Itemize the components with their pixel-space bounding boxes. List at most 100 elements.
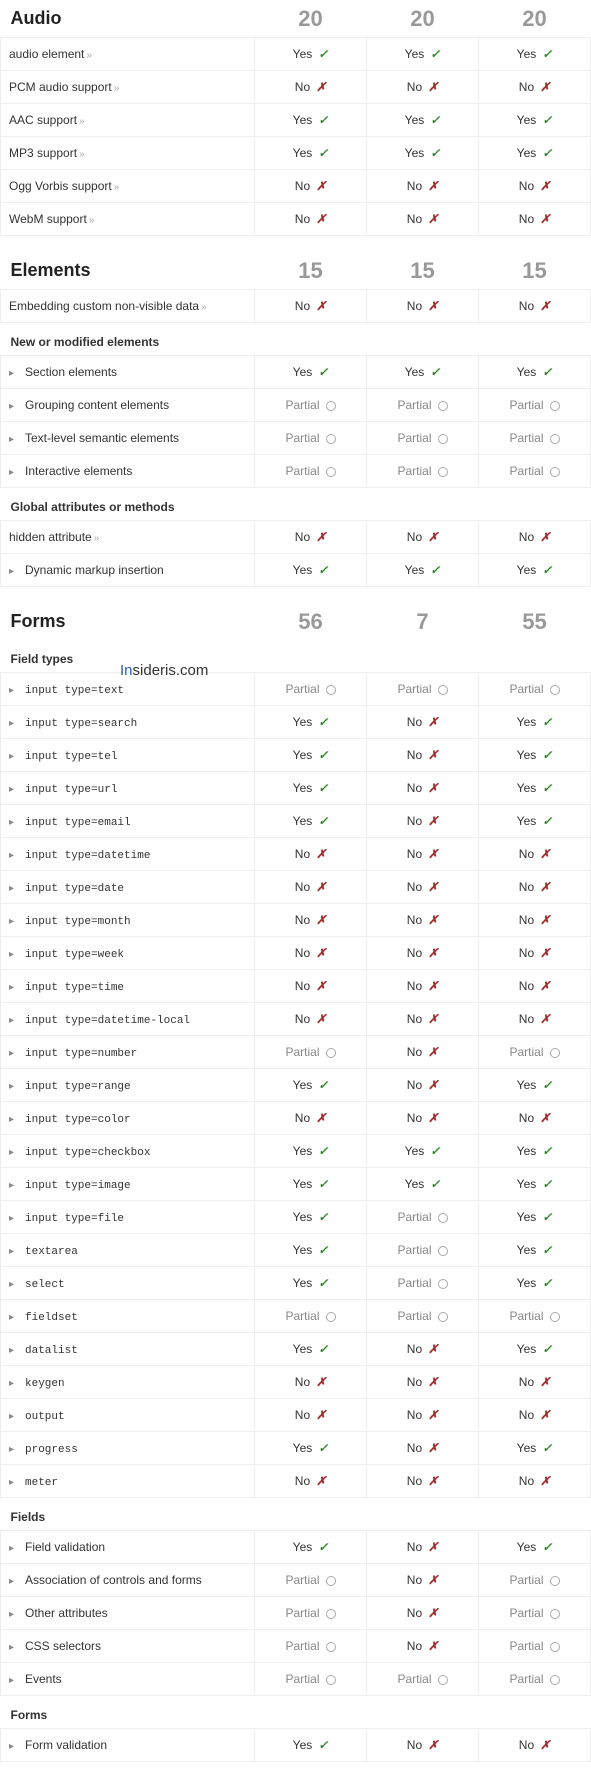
feature-row[interactable]: ▸Other attributesPartialNo✗Partial [1,1597,591,1630]
feature-row[interactable]: WebM support»No✗No✗No✗ [1,203,591,236]
status-cell: No✗ [255,871,367,904]
feature-row[interactable]: AAC support»Yes✓Yes✓Yes✓ [1,104,591,137]
expand-icon[interactable]: ▸ [9,566,19,577]
expand-icon[interactable]: ▸ [9,784,19,795]
feature-row[interactable]: ▸textareaYes✓PartialYes✓ [1,1234,591,1267]
status-cell: No✗ [479,71,591,104]
feature-row[interactable]: ▸input type=searchYes✓No✗Yes✓ [1,706,591,739]
feature-row[interactable]: ▸outputNo✗No✗No✗ [1,1399,591,1432]
feature-row[interactable]: audio element»Yes✓Yes✓Yes✓ [1,38,591,71]
expand-icon[interactable]: ▸ [9,1279,19,1290]
feature-row[interactable]: ▸Field validationYes✓No✗Yes✓ [1,1531,591,1564]
feature-row[interactable]: ▸EventsPartialPartialPartial [1,1663,591,1696]
expand-icon[interactable]: ▸ [9,1180,19,1191]
cross-icon: ✗ [316,1408,326,1422]
expand-icon[interactable]: ▸ [9,1147,19,1158]
more-icon[interactable]: » [114,83,120,94]
expand-icon[interactable]: ▸ [9,1444,19,1455]
feature-row[interactable]: MP3 support»Yes✓Yes✓Yes✓ [1,137,591,170]
status-cell: Partial [479,1663,591,1696]
feature-row[interactable]: ▸input type=datetimeNo✗No✗No✗ [1,838,591,871]
expand-icon[interactable]: ▸ [9,1675,19,1686]
more-icon[interactable]: » [89,215,95,226]
expand-icon[interactable]: ▸ [9,817,19,828]
feature-row[interactable]: hidden attribute»No✗No✗No✗ [1,521,591,554]
expand-icon[interactable]: ▸ [9,1015,19,1026]
feature-row[interactable]: ▸input type=datetime-localNo✗No✗No✗ [1,1003,591,1036]
expand-icon[interactable]: ▸ [9,1576,19,1587]
feature-row[interactable]: ▸input type=textPartialPartialPartial [1,673,591,706]
expand-icon[interactable]: ▸ [9,982,19,993]
feature-row[interactable]: ▸input type=telYes✓No✗Yes✓ [1,739,591,772]
feature-row[interactable]: ▸selectYes✓PartialYes✓ [1,1267,591,1300]
expand-icon[interactable]: ▸ [9,1048,19,1059]
feature-row[interactable]: ▸input type=numberPartialNo✗Partial [1,1036,591,1069]
more-icon[interactable]: » [114,182,120,193]
cross-icon: ✗ [428,748,438,762]
more-icon[interactable]: » [94,533,100,544]
feature-row[interactable]: ▸Text-level semantic elementsPartialPart… [1,422,591,455]
feature-row[interactable]: ▸input type=dateNo✗No✗No✗ [1,871,591,904]
feature-row[interactable]: ▸Grouping content elementsPartialPartial… [1,389,591,422]
expand-icon[interactable]: ▸ [9,1741,19,1752]
feature-row[interactable]: ▸input type=rangeYes✓No✗Yes✓ [1,1069,591,1102]
feature-row[interactable]: ▸input type=colorNo✗No✗No✗ [1,1102,591,1135]
expand-icon[interactable]: ▸ [9,401,19,412]
expand-icon[interactable]: ▸ [9,1477,19,1488]
feature-row[interactable]: ▸keygenNo✗No✗No✗ [1,1366,591,1399]
feature-row[interactable]: ▸Form validationYes✓No✗No✗ [1,1729,591,1762]
feature-row[interactable]: ▸meterNo✗No✗No✗ [1,1465,591,1498]
feature-row[interactable]: ▸input type=urlYes✓No✗Yes✓ [1,772,591,805]
expand-icon[interactable]: ▸ [9,1609,19,1620]
expand-icon[interactable]: ▸ [9,1312,19,1323]
feature-row[interactable]: ▸input type=checkboxYes✓Yes✓Yes✓ [1,1135,591,1168]
feature-label: ▸output [1,1399,255,1432]
feature-row[interactable]: ▸datalistYes✓No✗Yes✓ [1,1333,591,1366]
expand-icon[interactable]: ▸ [9,368,19,379]
partial-icon [326,1312,336,1322]
feature-row[interactable]: ▸Association of controls and formsPartia… [1,1564,591,1597]
expand-icon[interactable]: ▸ [9,949,19,960]
feature-row[interactable]: ▸input type=monthNo✗No✗No✗ [1,904,591,937]
expand-icon[interactable]: ▸ [9,1345,19,1356]
more-icon[interactable]: » [201,302,207,313]
expand-icon[interactable]: ▸ [9,1246,19,1257]
feature-row[interactable]: Embedding custom non-visible data»No✗No✗… [1,290,591,323]
feature-row[interactable]: ▸progressYes✓No✗Yes✓ [1,1432,591,1465]
more-icon[interactable]: » [86,50,92,61]
expand-icon[interactable]: ▸ [9,751,19,762]
expand-icon[interactable]: ▸ [9,1543,19,1554]
check-icon: ✓ [542,1441,552,1455]
feature-row[interactable]: ▸Interactive elementsPartialPartialParti… [1,455,591,488]
more-icon[interactable]: » [79,116,85,127]
expand-icon[interactable]: ▸ [9,1411,19,1422]
feature-row[interactable]: ▸input type=imageYes✓Yes✓Yes✓ [1,1168,591,1201]
feature-row[interactable]: ▸Section elementsYes✓Yes✓Yes✓ [1,356,591,389]
status-cell: Yes✓ [255,805,367,838]
feature-row[interactable]: PCM audio support»No✗No✗No✗ [1,71,591,104]
more-icon[interactable]: » [79,149,85,160]
feature-row[interactable]: Ogg Vorbis support»No✗No✗No✗ [1,170,591,203]
feature-label: WebM support» [1,203,255,236]
expand-icon[interactable]: ▸ [9,1378,19,1389]
status-cell: No✗ [367,1597,479,1630]
expand-icon[interactable]: ▸ [9,434,19,445]
expand-icon[interactable]: ▸ [9,916,19,927]
feature-row[interactable]: ▸fieldsetPartialPartialPartial [1,1300,591,1333]
feature-row[interactable]: ▸CSS selectorsPartialNo✗Partial [1,1630,591,1663]
feature-row[interactable]: ▸input type=weekNo✗No✗No✗ [1,937,591,970]
feature-row[interactable]: ▸Dynamic markup insertionYes✓Yes✓Yes✓ [1,554,591,587]
expand-icon[interactable]: ▸ [9,1213,19,1224]
feature-row[interactable]: ▸input type=fileYes✓PartialYes✓ [1,1201,591,1234]
feature-row[interactable]: ▸input type=emailYes✓No✗Yes✓ [1,805,591,838]
expand-icon[interactable]: ▸ [9,1081,19,1092]
expand-icon[interactable]: ▸ [9,467,19,478]
feature-row[interactable]: ▸input type=timeNo✗No✗No✗ [1,970,591,1003]
expand-icon[interactable]: ▸ [9,685,19,696]
expand-icon[interactable]: ▸ [9,1642,19,1653]
cross-icon: ✗ [540,299,550,313]
expand-icon[interactable]: ▸ [9,718,19,729]
expand-icon[interactable]: ▸ [9,883,19,894]
expand-icon[interactable]: ▸ [9,1114,19,1125]
expand-icon[interactable]: ▸ [9,850,19,861]
